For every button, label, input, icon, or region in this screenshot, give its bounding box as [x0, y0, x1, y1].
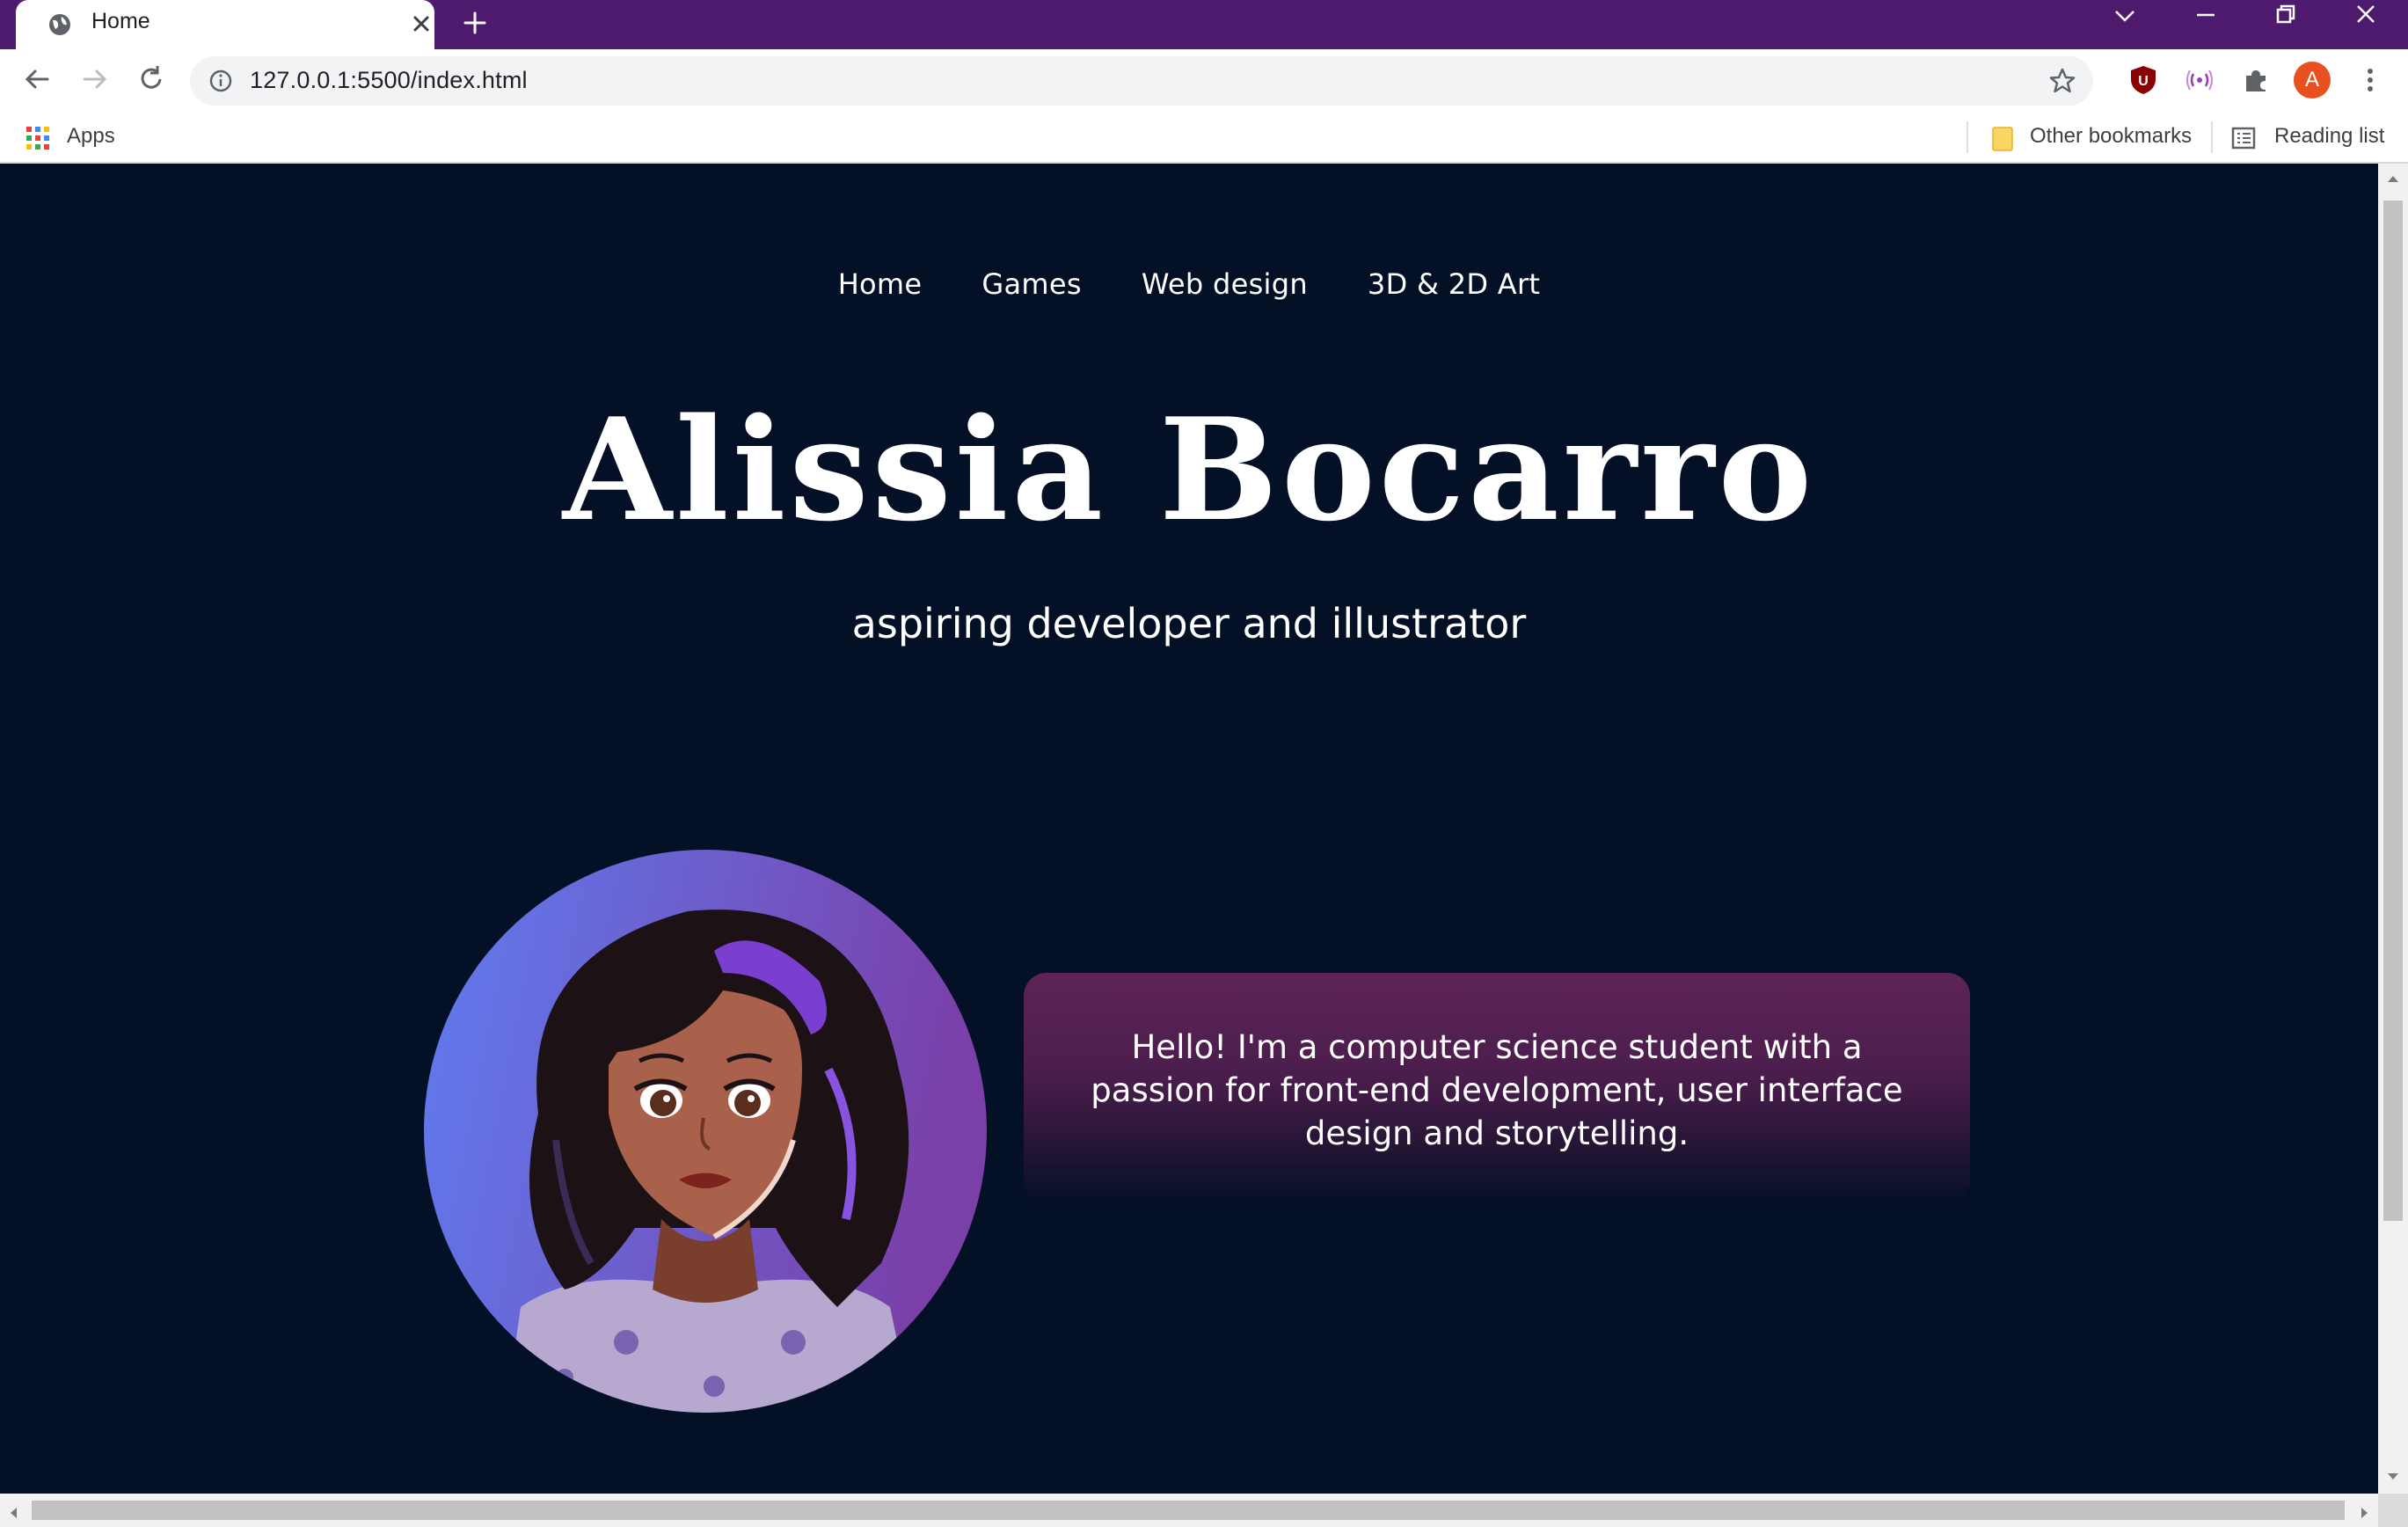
tab-search-icon[interactable]: [2090, 0, 2160, 35]
scroll-right-arrow-icon[interactable]: [2359, 1504, 2371, 1522]
broadcast-extension-icon[interactable]: [2183, 63, 2216, 97]
bookmark-star-icon[interactable]: [2047, 66, 2077, 96]
close-tab-icon[interactable]: [408, 11, 434, 37]
reload-icon[interactable]: [134, 62, 169, 97]
ublock-extension-icon[interactable]: U: [2127, 63, 2160, 97]
globe-icon: [49, 14, 70, 35]
horizontal-scrollbar[interactable]: [0, 1494, 2378, 1527]
intro-card: Hello! I'm a computer science student wi…: [1024, 973, 1970, 1203]
address-bar[interactable]: 127.0.0.1:5500/index.html: [190, 56, 2093, 106]
url-text: 127.0.0.1:5500/index.html: [250, 67, 528, 93]
nav-games[interactable]: Games: [981, 267, 1081, 301]
restore-icon[interactable]: [2250, 0, 2320, 35]
nav-home[interactable]: Home: [838, 267, 923, 301]
bookmarks-bar: Apps Other bookmarks Reading list: [0, 113, 2408, 160]
reading-list[interactable]: Reading list: [2274, 124, 2384, 149]
browser-tab[interactable]: Home: [16, 0, 434, 49]
hero-name: Alissia Bocarro: [562, 387, 1816, 552]
back-arrow-icon[interactable]: [19, 62, 55, 97]
minimize-icon[interactable]: [2171, 0, 2241, 35]
folder-icon[interactable]: [1989, 125, 2016, 151]
bookmarks-separator: [2211, 121, 2213, 153]
hero-tagline: aspiring developer and illustrator: [851, 600, 1527, 647]
nav-art[interactable]: 3D & 2D Art: [1368, 267, 1540, 301]
profile-avatar[interactable]: A: [2294, 62, 2331, 99]
reading-list-icon[interactable]: [2230, 125, 2257, 151]
nav-web-design[interactable]: Web design: [1142, 267, 1308, 301]
bookmarks-separator: [1967, 121, 1968, 153]
portrait-image: [424, 850, 987, 1413]
horizontal-scroll-thumb[interactable]: [32, 1501, 2345, 1520]
site-info-icon[interactable]: [208, 68, 234, 94]
vertical-scroll-thumb[interactable]: [2383, 201, 2403, 1221]
profile-initial: A: [2304, 68, 2319, 91]
avatar-illustration: [424, 850, 987, 1413]
browser-toolbar: 127.0.0.1:5500/index.html U A Apps Other…: [0, 49, 2408, 164]
scroll-down-arrow-icon[interactable]: [2384, 1471, 2402, 1483]
other-bookmarks[interactable]: Other bookmarks: [2030, 124, 2192, 149]
menu-kebab-icon[interactable]: [2353, 63, 2387, 97]
svg-text:U: U: [2138, 74, 2149, 89]
tab-strip: Home: [0, 0, 2408, 49]
intro-text: Hello! I'm a computer science student wi…: [1091, 1028, 1903, 1152]
new-tab-icon[interactable]: [459, 7, 491, 39]
apps-grid-icon[interactable]: [25, 125, 51, 151]
tab-title: Home: [91, 9, 150, 33]
extensions-puzzle-icon[interactable]: [2239, 63, 2273, 97]
forward-arrow-icon[interactable]: [77, 62, 113, 97]
close-window-icon[interactable]: [2331, 0, 2401, 35]
scroll-left-arrow-icon[interactable]: [7, 1504, 19, 1522]
scrollbar-corner: [2378, 1494, 2408, 1527]
apps-bookmark[interactable]: Apps: [67, 124, 115, 149]
scroll-up-arrow-icon[interactable]: [2384, 172, 2402, 185]
page-viewport: Home Games Web design 3D & 2D Art Alissia B…: [0, 164, 2378, 1494]
site-nav: Home Games Web design 3D & 2D Art: [0, 267, 2378, 301]
vertical-scrollbar[interactable]: [2378, 164, 2408, 1494]
